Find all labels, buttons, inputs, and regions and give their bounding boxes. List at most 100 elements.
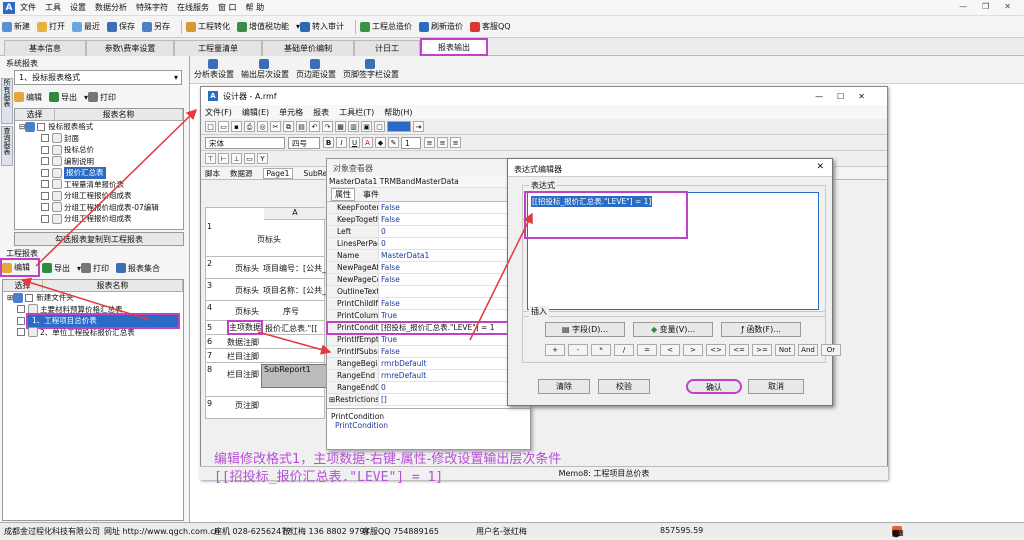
tree-item[interactable]: 编制说明 [15, 156, 183, 168]
open-button[interactable]: 打开 [37, 21, 65, 32]
property-row[interactable]: OutlineText [327, 286, 530, 298]
footer-sign-button[interactable]: 页脚签字栏设置 [343, 59, 399, 80]
designer-menu-cell[interactable]: 单元格 [279, 107, 303, 118]
op-less-equal-button[interactable]: <= [729, 344, 749, 356]
tab-page1[interactable]: Page1 [262, 167, 294, 179]
table-icon[interactable]: ▥ [348, 121, 359, 132]
menu-special-chars[interactable]: 特殊字符 [136, 2, 168, 13]
save-icon[interactable]: ▪ [231, 121, 242, 132]
copy-to-project-button[interactable]: 勾选报表复制到工程报表 [14, 232, 184, 246]
undo-icon[interactable]: ↶ [309, 121, 320, 132]
op-divide-button[interactable]: / [614, 344, 634, 356]
vat-button[interactable]: 增值税功能 [237, 21, 289, 32]
margin-settings-button[interactable]: 页边距设置 [296, 59, 336, 80]
property-row[interactable]: ⊞Restrictions[] [327, 394, 530, 406]
designer-menu-toolbar[interactable]: 工具栏(T) [339, 107, 374, 118]
subreport-box[interactable]: SubReport1 [261, 364, 327, 388]
field-icon[interactable]: Y [257, 153, 268, 164]
align-left-icon[interactable]: ≡ [424, 137, 435, 148]
total-cost-button[interactable]: 工程总造价 [360, 21, 412, 32]
band-row-master-data[interactable]: 5 主项数据 报价汇总表."[[ [205, 320, 325, 335]
property-row[interactable]: NewPageAft False [327, 262, 530, 274]
tree-item-folder[interactable]: ⊞ 新建文件夹 [3, 292, 183, 304]
font-color-icon[interactable]: A [362, 137, 373, 148]
status-website[interactable]: 网址 http://www.qgch.com.cn [104, 526, 220, 537]
band-row[interactable]: 4 页标头 序号 [205, 301, 325, 321]
band-row[interactable]: 9 页注脚 [205, 397, 325, 413]
analysis-settings-button[interactable]: 分析表设置 [194, 59, 234, 80]
align-center-icon[interactable]: ≡ [437, 137, 448, 148]
op-not-equal-button[interactable]: <> [706, 344, 726, 356]
property-row[interactable]: PrintChildIfr False [327, 298, 530, 310]
audit-button[interactable]: ▾ 转入审计 [296, 21, 344, 32]
side-tab-query-reports[interactable]: 查询报表 [1, 126, 13, 166]
edit-button[interactable]: 编辑 [14, 92, 42, 103]
op-or-button[interactable]: Or [821, 344, 841, 356]
op-greater-equal-button[interactable]: >= [752, 344, 772, 356]
clear-button[interactable]: 清除 [538, 379, 590, 394]
close-icon[interactable]: ✕ [1004, 2, 1011, 11]
redo-icon[interactable]: ↷ [322, 121, 333, 132]
tree-item[interactable]: 分组工程报价组成表 [15, 213, 183, 225]
new-icon[interactable]: □ [205, 121, 216, 132]
grid-icon[interactable]: ▦ [335, 121, 346, 132]
property-row[interactable]: Name MasterData1 [327, 250, 530, 262]
band-row[interactable]: 8 栏目注脚 SubReport1 [205, 363, 327, 397]
italic-icon[interactable]: I [336, 137, 347, 148]
menu-file[interactable]: 文件 [20, 2, 36, 13]
menu-tools[interactable]: 工具 [45, 2, 61, 13]
property-row[interactable]: KeepTogetheFalse [327, 214, 530, 226]
insert-variable-button[interactable]: ◆ 变量(V)... [633, 322, 713, 337]
property-row-print-condition[interactable]: PrintConditio[招投标_报价汇总表."LEVE"] = 1 [326, 321, 531, 335]
close-icon[interactable]: ✕ [816, 162, 824, 172]
tree-item[interactable]: 分组工程报价组成表-07编辑 [15, 202, 183, 214]
tree-item-selected[interactable]: 1、工程项目总价表 [3, 313, 183, 329]
print-icon[interactable]: ⎙ [244, 121, 255, 132]
side-tab-all-reports[interactable]: 所有报表 [1, 78, 13, 124]
line-width-select[interactable]: 1 [401, 136, 421, 149]
insert-function-button[interactable]: ƒ 函数(F)... [721, 322, 801, 337]
export-button[interactable]: 导出 [49, 92, 77, 103]
op-less-button[interactable]: < [660, 344, 680, 356]
bold-icon[interactable]: B [323, 137, 334, 148]
color-icon[interactable] [387, 121, 411, 132]
refresh-cost-button[interactable]: 刷新造价 [419, 21, 463, 32]
maximize-icon[interactable]: ☐ [837, 92, 858, 101]
tab-daywork[interactable]: 计日工 [354, 40, 420, 56]
project-print-button[interactable]: ▾ 打印 [77, 263, 109, 274]
print-button[interactable]: ▾ 打印 [84, 92, 116, 103]
align-right-icon[interactable]: ≡ [450, 137, 461, 148]
minimize-icon[interactable]: — [815, 92, 837, 101]
recent-button[interactable]: 最近 [72, 21, 100, 32]
report-format-combo[interactable]: 1、投标报表格式 ▾ [14, 70, 182, 85]
tab-properties[interactable]: 属性 [331, 188, 355, 201]
copy-icon[interactable]: ⧉ [283, 121, 294, 132]
designer-menu-edit[interactable]: 编辑(E) [242, 107, 269, 118]
output-level-button[interactable]: 输出层次设置 [241, 59, 289, 80]
insert-row-icon[interactable]: ⊤ [205, 153, 216, 164]
open-icon[interactable]: ▭ [218, 121, 229, 132]
save-as-button[interactable]: 另存 [142, 21, 170, 32]
property-row[interactable]: PrintIfSubse False [327, 346, 530, 358]
tab-params[interactable]: 参数\费率设置 [86, 40, 174, 56]
designer-menu-file[interactable]: 文件(F) [205, 107, 232, 118]
op-plus-button[interactable]: + [545, 344, 565, 356]
project-export-button[interactable]: 导出 [42, 263, 70, 274]
underline-icon[interactable]: U [349, 137, 360, 148]
close-icon[interactable]: ✕ [858, 92, 879, 101]
report-set-button[interactable]: 报表集合 [116, 263, 160, 274]
property-row[interactable]: RangeEnd rmreDefault [327, 370, 530, 382]
band-row[interactable]: 7 栏目注脚 [205, 349, 325, 363]
insert-col-icon[interactable]: ⊢ [218, 153, 229, 164]
menu-help[interactable]: 帮 助 [246, 2, 265, 13]
cell-icon[interactable]: ▢ [374, 121, 385, 132]
cancel-button[interactable]: 取消 [748, 379, 804, 394]
tree-item[interactable]: 2、单位工程投标报价汇总表 [3, 327, 183, 339]
tab-events[interactable]: 事件 [363, 189, 379, 200]
preview-icon[interactable]: ◎ [257, 121, 268, 132]
new-button[interactable]: 新建 [2, 21, 30, 32]
font-family-select[interactable]: 宋体 [205, 136, 285, 149]
property-row[interactable]: PrintIfEmpty True [327, 334, 530, 346]
band-row[interactable]: 3 页标头 项目名称：[公共_ [205, 279, 326, 301]
property-row[interactable]: RangeBegin rmrbDefault [327, 358, 530, 370]
